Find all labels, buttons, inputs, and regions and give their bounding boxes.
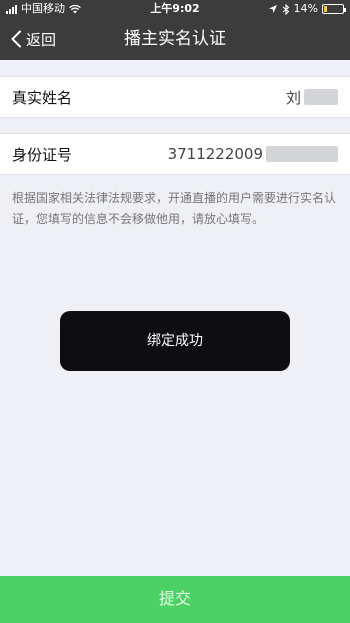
status-bar: 中国移动 上午9:02 14%: [0, 0, 350, 18]
battery-percent: 14%: [293, 2, 318, 15]
bluetooth-icon: [282, 3, 289, 15]
location-icon: [268, 5, 277, 13]
name-row[interactable]: 真实姓名 刘: [0, 76, 350, 118]
name-label: 真实姓名: [12, 88, 73, 107]
page-title: 播主实名认证: [124, 29, 226, 49]
status-right: 14%: [268, 0, 346, 18]
id-value: 3711222009: [167, 145, 263, 163]
name-value: 刘: [285, 88, 301, 107]
masked-text: [266, 146, 338, 162]
battery-icon: [322, 4, 346, 14]
nav-bar: 返回 播主实名认证: [0, 18, 350, 60]
masked-text: [304, 89, 338, 105]
toast-message: 绑定成功: [60, 311, 290, 371]
legal-notice: 根据国家相关法律法规要求，开通直播的用户需要进行实名认证，您填写的信息不会移做他…: [12, 191, 337, 226]
name-field[interactable]: 刘: [286, 87, 338, 108]
id-row[interactable]: 身份证号 3711222009: [0, 133, 350, 175]
top-bar: 中国移动 上午9:02 14% 返回 播主实名认证: [0, 0, 350, 60]
battery-level: [324, 6, 327, 12]
submit-button[interactable]: 提交: [0, 576, 350, 623]
id-field[interactable]: 3711222009: [168, 145, 338, 163]
id-label: 身份证号: [12, 145, 73, 164]
